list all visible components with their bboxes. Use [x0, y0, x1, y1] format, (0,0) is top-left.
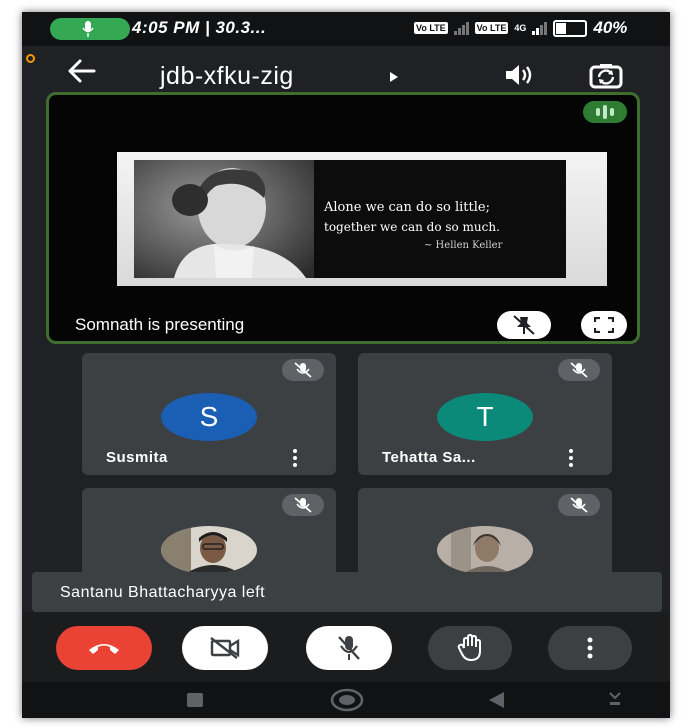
home-icon[interactable]: [330, 688, 364, 712]
participant-name: Susmita: [106, 449, 168, 466]
avatar: S: [161, 393, 257, 441]
more-vert-icon[interactable]: [292, 449, 298, 467]
back-arrow-icon[interactable]: [66, 58, 96, 84]
muted-indicator: [282, 359, 324, 381]
toast-message: Santanu Bhattacharyya left: [60, 584, 266, 601]
mic-off-icon: [294, 362, 312, 378]
pin-off-icon: [513, 315, 535, 335]
participant-photo: [161, 526, 257, 574]
ongoing-call-pill[interactable]: [50, 18, 130, 40]
presentation-tile[interactable]: Alone we can do so little; together we c…: [46, 92, 640, 344]
meeting-code-title[interactable]: jdb-xfku-zig: [160, 62, 294, 91]
status-bar: 4:05 PM | 30.3... Vo LTE Vo LTE 4G 40%: [22, 12, 670, 46]
hide-nav-icon[interactable]: [608, 692, 622, 708]
notification-toast: Santanu Bhattacharyya left: [32, 572, 662, 612]
raise-hand-button[interactable]: [428, 626, 512, 670]
mic-off-icon: [570, 362, 588, 378]
more-vert-icon[interactable]: [568, 449, 574, 467]
mic-icon: [82, 21, 94, 37]
fullscreen-icon: [594, 317, 614, 333]
slide-content: Alone we can do so little; together we c…: [134, 160, 566, 278]
end-call-icon: [89, 644, 119, 654]
muted-indicator: [558, 359, 600, 381]
participant-name: Tehatta Sa...: [382, 449, 476, 466]
battery-percent: 40%: [593, 18, 628, 37]
status-time: 4:05 PM | 30.3...: [132, 18, 267, 37]
presenter-label: Somnath is presenting: [75, 315, 245, 334]
volte-icon-2: Vo LTE: [474, 22, 509, 34]
mic-toggle-button[interactable]: [306, 626, 392, 670]
more-options-icon: [587, 637, 593, 659]
meeting-top-bar: jdb-xfku-zig: [22, 46, 670, 98]
shared-slide: Alone we can do so little; together we c…: [117, 152, 607, 286]
avatar-initial: T: [476, 401, 494, 432]
signal-icon: [453, 21, 469, 35]
quote-line-2: together we can do so much.: [324, 220, 500, 234]
more-options-button[interactable]: [548, 626, 632, 670]
volte-icon: Vo LTE: [414, 22, 448, 34]
status-icons: Vo LTE Vo LTE 4G 40%: [414, 18, 627, 38]
mic-off-icon: [338, 636, 360, 660]
battery-icon: [553, 19, 588, 37]
raise-hand-icon: [457, 634, 481, 661]
recents-icon[interactable]: [186, 692, 204, 708]
audio-level-indicator: [583, 101, 627, 123]
fullscreen-button[interactable]: [581, 311, 627, 339]
participant-tile[interactable]: T Tehatta Sa...: [358, 353, 612, 475]
camera-toggle-button[interactable]: [182, 626, 268, 670]
participant-photo: [437, 526, 533, 574]
avatar-initial: S: [199, 401, 219, 432]
muted-indicator: [282, 494, 324, 516]
mic-off-icon: [294, 497, 312, 513]
muted-indicator: [558, 494, 600, 516]
speaker-icon[interactable]: [504, 64, 534, 86]
back-nav-icon[interactable]: [486, 690, 506, 710]
unpin-button[interactable]: [497, 311, 551, 339]
signal-icon-2: [532, 21, 548, 35]
avatar: T: [437, 393, 533, 441]
camera-off-icon: [210, 637, 240, 659]
caret-right-icon[interactable]: [390, 72, 398, 82]
meet-app-frame: 4:05 PM | 30.3... Vo LTE Vo LTE 4G 40% j…: [22, 12, 670, 718]
switch-camera-icon[interactable]: [588, 62, 624, 90]
portrait-image: [134, 160, 314, 278]
participant-tile[interactable]: S Susmita: [82, 353, 336, 475]
quote-line-1: Alone we can do so little;: [324, 200, 490, 215]
mic-off-icon: [570, 497, 588, 513]
end-call-button[interactable]: [56, 626, 152, 670]
quote-author: ~ Hellen Keller: [424, 240, 503, 251]
android-nav-bar: [22, 682, 670, 718]
network-label: 4G: [514, 23, 527, 33]
call-controls-bar: [22, 612, 670, 682]
